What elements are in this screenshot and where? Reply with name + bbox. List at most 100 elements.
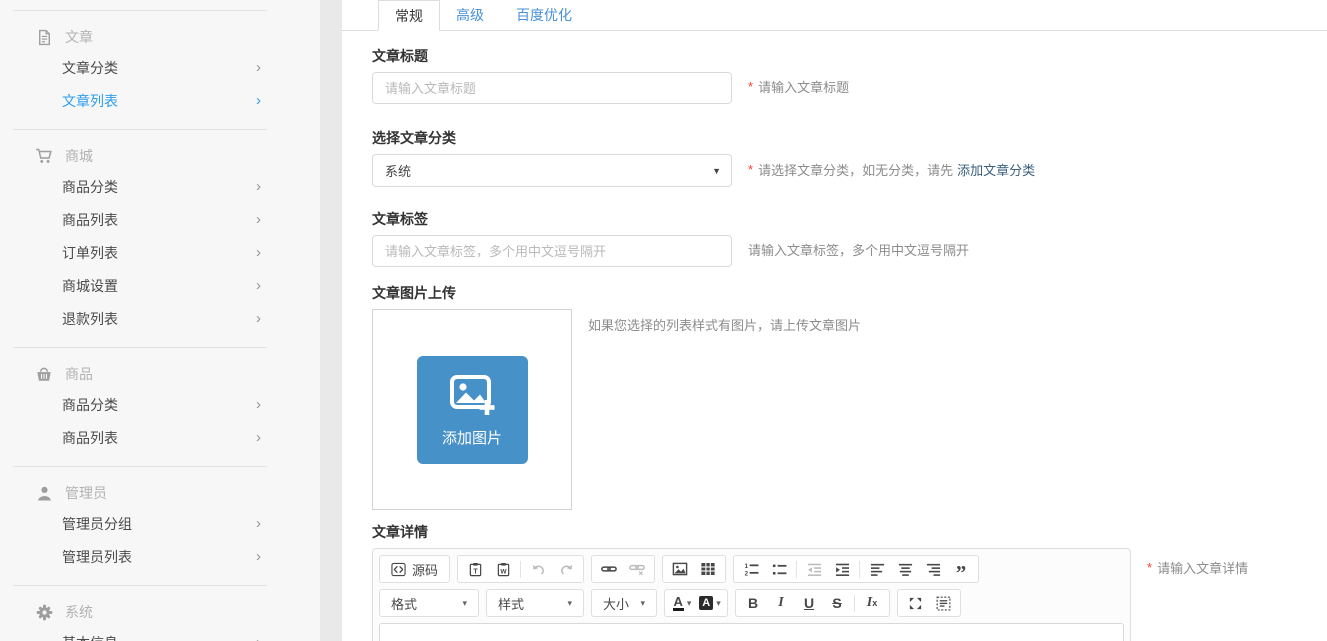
article-tags-input[interactable] <box>372 235 732 267</box>
sidebar-item[interactable]: 商城设置› <box>13 269 267 302</box>
paste-word-icon: W <box>496 562 511 577</box>
sidebar-item[interactable]: 退款列表› <box>13 302 267 335</box>
main-content: 常规高级百度优化 文章标题 *请输入文章标题 选择文章分类 系统 ▼ <box>342 0 1327 641</box>
tab[interactable]: 百度优化 <box>500 0 588 30</box>
sidebar-item[interactable]: 基本信息› <box>13 626 267 641</box>
tab[interactable]: 常规 <box>378 0 440 31</box>
field-article-tags: 文章标签 请输入文章标签，多个用中文逗号隔开 <box>372 211 1327 267</box>
paste-word-button[interactable]: W <box>489 557 517 581</box>
sidebar-item[interactable]: 商品分类› <box>13 388 267 421</box>
blockquote-button[interactable]: ” <box>947 557 975 581</box>
editor-content-area[interactable] <box>379 623 1124 641</box>
sidebar-item-label: 文章分类 <box>62 58 118 78</box>
toolbar-group: 样式▾ <box>486 589 584 617</box>
source-button[interactable]: 源码 <box>383 557 446 581</box>
strike-button[interactable]: S <box>823 591 851 615</box>
toolbar-group <box>591 555 655 583</box>
numbered-list-icon: 12 <box>744 562 759 577</box>
size-combo[interactable]: 大小 ▾ <box>595 591 653 615</box>
toolbar-group: BIUS Ix <box>735 589 890 617</box>
article-category-select[interactable]: 系统 ▼ <box>372 154 732 187</box>
sidebar-item[interactable]: 商品列表› <box>13 421 267 454</box>
align-center-button[interactable] <box>891 557 919 581</box>
align-center-icon <box>898 562 913 577</box>
toolbar-separator <box>796 561 797 578</box>
style-combo-label: 样式 <box>498 594 524 613</box>
indent-button[interactable] <box>828 557 856 581</box>
text-color-button[interactable]: A▾ <box>668 591 696 615</box>
user-icon <box>35 484 53 502</box>
bg-color-icon: A▾ <box>699 596 720 610</box>
sidebar-item[interactable]: 商品分类› <box>13 170 267 203</box>
sidebar-section-title: 商品 <box>65 364 93 384</box>
bg-color-button[interactable]: A▾ <box>696 591 724 615</box>
hint-text: 请输入文章标题 <box>758 80 849 95</box>
sidebar-item[interactable]: 管理员分组 › <box>13 507 267 540</box>
style-combo[interactable]: 样式▾ <box>490 591 580 615</box>
sidebar-item[interactable]: 商品列表› <box>13 203 267 236</box>
bold-button[interactable]: B <box>739 591 767 615</box>
maximize-button[interactable] <box>901 591 929 615</box>
outdent-button[interactable] <box>800 557 828 581</box>
sidebar-section: 商品商品分类›商品列表› <box>13 347 267 466</box>
sidebar-item-label: 商品分类 <box>62 177 118 197</box>
link-button[interactable] <box>595 557 623 581</box>
italic-icon: I <box>778 596 783 610</box>
image-icon <box>672 561 688 577</box>
add-image-icon <box>447 373 497 422</box>
chevron-right-icon: › <box>256 397 261 412</box>
field-article-title: 文章标题 *请输入文章标题 <box>372 48 1327 104</box>
toolbar-group <box>897 589 961 617</box>
sidebar-section-title: 商城 <box>65 146 93 166</box>
toolbar-group: A▾A▾ <box>664 589 728 617</box>
unlink-button[interactable] <box>623 557 651 581</box>
toolbar-group: TW <box>457 555 584 583</box>
add-image-button[interactable]: 添加图片 <box>417 356 528 464</box>
add-category-link[interactable]: 添加文章分类 <box>957 163 1035 178</box>
sidebar-item[interactable]: 文章列表› <box>13 84 267 117</box>
align-right-button[interactable] <box>919 557 947 581</box>
redo-button[interactable] <box>552 557 580 581</box>
toolbar-separator <box>854 595 855 612</box>
link-icon <box>601 561 617 577</box>
rich-text-editor: 源码 TW 12 ” 格式▾ 样式▾ 大小 ▾ A▾A▾ BIUS Ix <box>372 548 1131 641</box>
bulleted-list-icon <box>772 562 787 577</box>
tab[interactable]: 高级 <box>440 0 500 30</box>
article-title-input[interactable] <box>372 72 732 104</box>
size-combo-label: 大小 <box>603 594 629 613</box>
toolbar-group: 大小 ▾ <box>591 589 657 617</box>
image-button[interactable] <box>666 557 694 581</box>
underline-button[interactable]: U <box>795 591 823 615</box>
paste-text-button[interactable]: T <box>461 557 489 581</box>
sidebar-item[interactable]: 文章分类› <box>13 51 267 84</box>
sidebar-section: 商城商品分类›商品列表›订单列表›商城设置›退款列表› <box>13 129 267 347</box>
sidebar-item-label: 管理员列表 <box>62 547 132 567</box>
tab-bar: 常规高级百度优化 <box>342 0 1327 31</box>
chevron-right-icon: › <box>256 516 261 531</box>
article-form: 文章标题 *请输入文章标题 选择文章分类 系统 ▼ *请选择文章分类，如无分类，… <box>342 31 1327 641</box>
numbered-list-button[interactable]: 12 <box>737 557 765 581</box>
format-combo[interactable]: 格式▾ <box>383 591 475 615</box>
undo-button[interactable] <box>524 557 552 581</box>
align-left-button[interactable] <box>863 557 891 581</box>
chevron-down-icon: ▾ <box>640 598 645 609</box>
svg-text:2: 2 <box>744 570 748 577</box>
page: 文章文章分类›文章列表›商城商品分类›商品列表›订单列表›商城设置›退款列表›商… <box>0 0 1327 641</box>
sidebar-item-label: 管理员分组 <box>62 514 132 534</box>
required-asterisk: * <box>1147 560 1152 575</box>
article-image-hint: 如果您选择的列表样式有图片，请上传文章图片 <box>588 317 861 335</box>
sidebar-item-label: 文章列表 <box>62 91 118 111</box>
table-button[interactable] <box>694 557 722 581</box>
sidebar-item[interactable]: 管理员列表› <box>13 540 267 573</box>
sidebar-section-header: 管理员 <box>13 479 267 507</box>
format-combo-label: 格式 <box>391 594 417 613</box>
document-icon <box>35 28 53 46</box>
show-blocks-button[interactable] <box>929 591 957 615</box>
image-upload-box[interactable]: 添加图片 <box>372 309 572 510</box>
italic-button[interactable]: I <box>767 591 795 615</box>
remove-format-button[interactable]: Ix <box>858 591 886 615</box>
article-title-hint: * 请输入文章标题 <box>748 79 849 97</box>
bulleted-list-button[interactable] <box>765 557 793 581</box>
required-asterisk: * <box>748 79 753 94</box>
sidebar-item[interactable]: 订单列表› <box>13 236 267 269</box>
